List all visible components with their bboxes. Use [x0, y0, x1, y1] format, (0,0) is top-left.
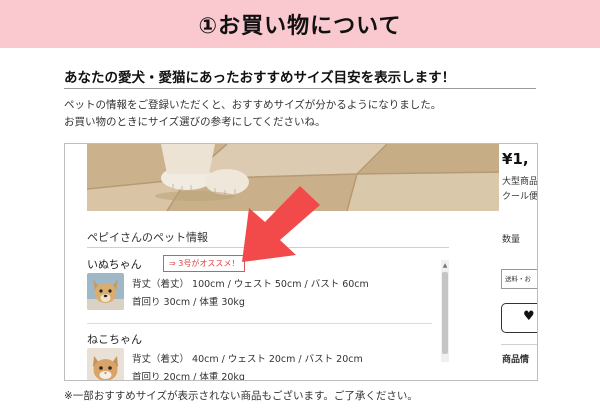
headline-divider: [64, 88, 536, 89]
dog-thumbnail: [87, 273, 124, 310]
recommend-badge: ⇒ 3号がオススメ！: [163, 255, 246, 272]
pet-info-divider: [87, 247, 449, 248]
description: ペットの情報をご登録いただくと、おすすめサイズが分かるようになりました。 お買い…: [64, 97, 441, 131]
dog-avatar-image: [87, 273, 124, 310]
pet-neck-weight: 首回り 30cm / 体重 30kg: [132, 297, 245, 308]
shipping-select[interactable]: 送料・お: [501, 269, 537, 289]
product-info-heading: 商品情: [502, 355, 530, 365]
pet-neck-weight: 首回り 20cm / 体重 20kg: [132, 372, 245, 381]
heart-icon: ♥: [523, 309, 535, 324]
description-line: ペットの情報をご登録いただくと、おすすめサイズが分かるようになりました。: [64, 99, 442, 111]
product-side-column: ¥1, 大型商品 クール便 数量 送料・お ♥ 商品情: [499, 144, 537, 380]
tile-floor-image: [87, 144, 507, 211]
pet-info-title: ペピイさんのペット情報: [87, 231, 208, 244]
pet-divider: [87, 323, 432, 324]
section-title: ①お買い物について: [198, 14, 402, 39]
large-item-label: 大型商品: [502, 177, 537, 187]
pet-name: ねこちゃん: [87, 333, 142, 346]
pet-name: いぬちゃん: [87, 258, 142, 271]
footnote: ※一部おすすめサイズが表示されない商品もございます。ご了承ください。: [64, 390, 418, 402]
quantity-label: 数量: [502, 235, 521, 245]
cat-thumbnail: [87, 348, 124, 380]
pet-measurements: 背丈（着丈） 40cm / ウェスト 20cm / バスト 20cm: [132, 354, 363, 365]
pet-photo: [87, 144, 507, 211]
pet-list-scrollbar[interactable]: ▲: [441, 260, 449, 362]
description-line: お買い物のときにサイズ選びの参考にしてくださいね。: [64, 116, 326, 128]
scrollbar-thumb[interactable]: [442, 272, 448, 354]
side-divider: [501, 344, 537, 345]
headline: あなたの愛犬・愛猫にあったおすすめサイズ目安を表示します！: [64, 70, 456, 86]
product-price: ¥1,: [502, 150, 529, 168]
section-banner: ①お買い物について: [0, 0, 600, 48]
product-page-screenshot: ペピイさんのペット情報 いぬちゃん ⇒ 3号がオススメ！ 背丈（着丈） 100c: [64, 143, 538, 381]
cool-delivery-label: クール便: [502, 192, 537, 202]
pet-entry-cat[interactable]: ねこちゃん 背丈（着丈） 40cm / ウェスト 20cm / バスト 20cm…: [87, 331, 363, 380]
cat-avatar-image: [87, 348, 124, 380]
favorite-button[interactable]: ♥: [501, 303, 537, 333]
pet-entry-dog[interactable]: いぬちゃん ⇒ 3号がオススメ！ 背丈（着丈） 100cm / ウェスト 50c…: [87, 255, 369, 310]
pet-measurements: 背丈（着丈） 100cm / ウェスト 50cm / バスト 60cm: [132, 279, 369, 290]
scroll-up-icon[interactable]: ▲: [441, 262, 449, 269]
